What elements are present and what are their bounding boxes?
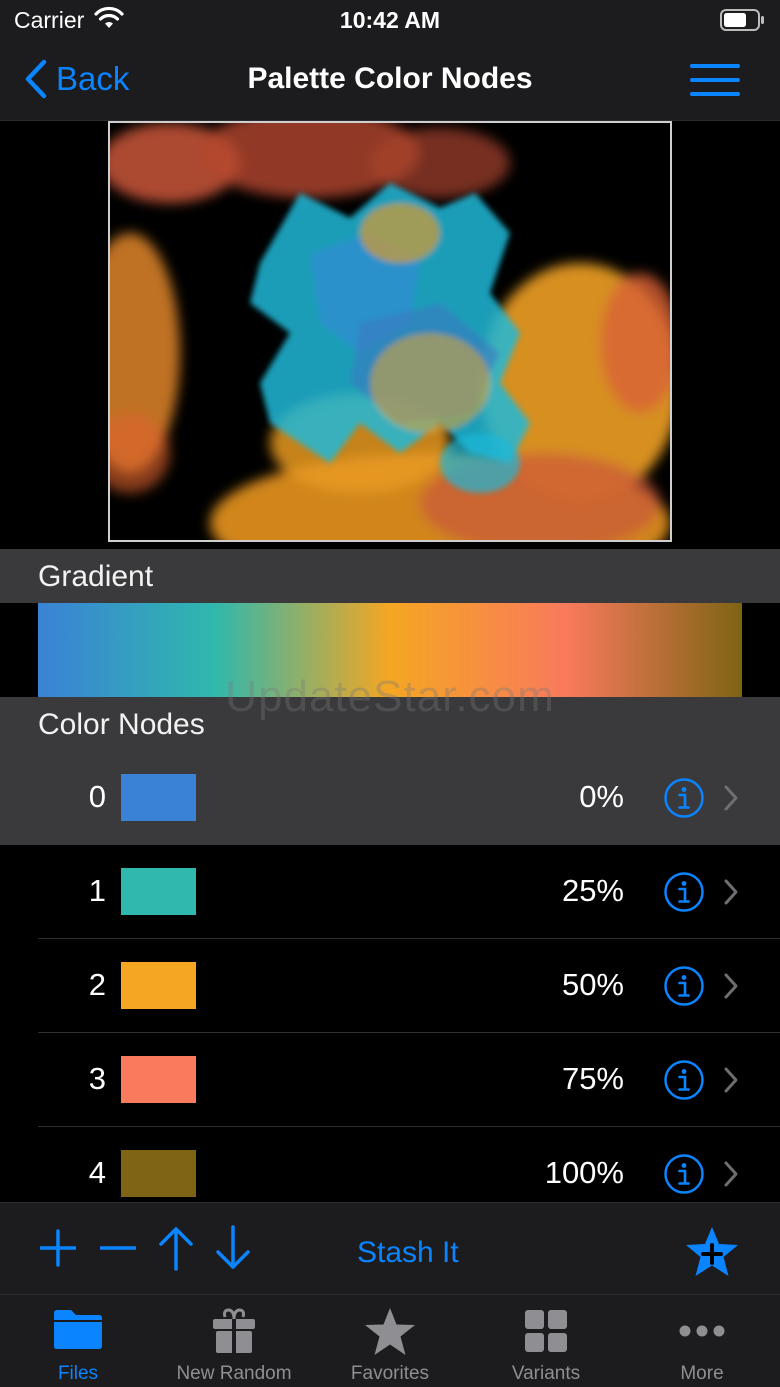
info-icon[interactable] (663, 777, 705, 824)
node-percent: 0% (579, 779, 624, 814)
arrow-up-icon (159, 1227, 193, 1271)
info-icon[interactable] (663, 871, 705, 918)
node-index: 2 (88, 967, 106, 1002)
node-color-swatch[interactable] (121, 962, 196, 1009)
color-node-row[interactable]: 2 50% (0, 939, 780, 1033)
chevron-right-icon (723, 972, 739, 1005)
navigation-bar: Back Palette Color Nodes (0, 40, 780, 121)
battery-icon (720, 8, 766, 37)
edit-toolbar: Stash It (0, 1202, 780, 1294)
chevron-right-icon (723, 1066, 739, 1099)
node-percent: 100% (544, 1155, 624, 1190)
grid-icon (524, 1307, 568, 1358)
watermark: UpdateStar.com (225, 672, 555, 721)
node-color-swatch[interactable] (121, 1150, 196, 1197)
info-icon[interactable] (663, 1153, 705, 1200)
add-node-button[interactable] (39, 1225, 77, 1276)
chevron-right-icon (723, 878, 739, 911)
node-percent: 50% (561, 967, 624, 1002)
fractal-preview-image[interactable] (108, 121, 672, 542)
status-bar: Carrier 10:42 AM (0, 0, 780, 40)
info-icon[interactable] (663, 965, 705, 1012)
page-title: Palette Color Nodes (247, 62, 533, 95)
arrow-down-icon (216, 1225, 250, 1269)
color-node-row[interactable]: 3 75% (0, 1033, 780, 1127)
stash-it-button[interactable]: Stash It (357, 1236, 459, 1270)
gradient-section-title: Gradient (38, 560, 154, 593)
node-percent: 25% (561, 873, 624, 908)
tab-bar: Files New Random Favorites Variants More (0, 1294, 780, 1387)
info-icon[interactable] (663, 1059, 705, 1106)
node-index: 1 (88, 873, 106, 908)
remove-node-button[interactable] (99, 1225, 137, 1276)
color-node-row[interactable]: 1 25% (0, 845, 780, 939)
tab-favorites[interactable]: Favorites (312, 1295, 468, 1387)
folder-icon (52, 1307, 104, 1356)
clock: 10:42 AM (339, 7, 441, 33)
star-plus-icon (686, 1227, 738, 1276)
tab-variants[interactable]: Variants (468, 1295, 624, 1387)
tab-label: New Random (176, 1363, 292, 1384)
node-index: 0 (88, 779, 106, 814)
node-percent: 75% (561, 1061, 624, 1096)
tab-label: More (680, 1363, 724, 1384)
node-index: 3 (88, 1061, 106, 1096)
menu-button[interactable] (690, 64, 740, 101)
node-color-swatch[interactable] (121, 774, 196, 821)
node-index: 4 (88, 1155, 106, 1190)
star-icon (363, 1307, 417, 1362)
color-node-row[interactable]: 0 0% (0, 751, 780, 845)
gradient-section-header: Gradient (0, 549, 780, 603)
tab-label: Files (57, 1363, 99, 1384)
color-nodes-list: 0 0% 1 25% 2 50% 3 75% 4 100% (0, 751, 780, 1201)
hamburger-menu-icon (690, 64, 740, 96)
add-favorite-button[interactable] (684, 1225, 740, 1284)
tab-files[interactable]: Files (0, 1295, 156, 1387)
chevron-right-icon (723, 784, 739, 817)
minus-icon (99, 1246, 137, 1250)
color-node-row[interactable]: 4 100% (0, 1127, 780, 1201)
tab-label: Favorites (350, 1363, 430, 1384)
node-color-swatch[interactable] (121, 1056, 196, 1103)
tab-label: Variants (511, 1363, 581, 1384)
move-down-button[interactable] (215, 1225, 251, 1276)
tab-new-random[interactable]: New Random (156, 1295, 312, 1387)
chevron-right-icon (723, 1160, 739, 1193)
node-color-swatch[interactable] (121, 868, 196, 915)
more-icon (678, 1307, 726, 1356)
plus-icon (39, 1229, 77, 1267)
tab-more[interactable]: More (624, 1295, 780, 1387)
gift-icon (210, 1307, 258, 1360)
move-up-button[interactable] (158, 1225, 194, 1276)
